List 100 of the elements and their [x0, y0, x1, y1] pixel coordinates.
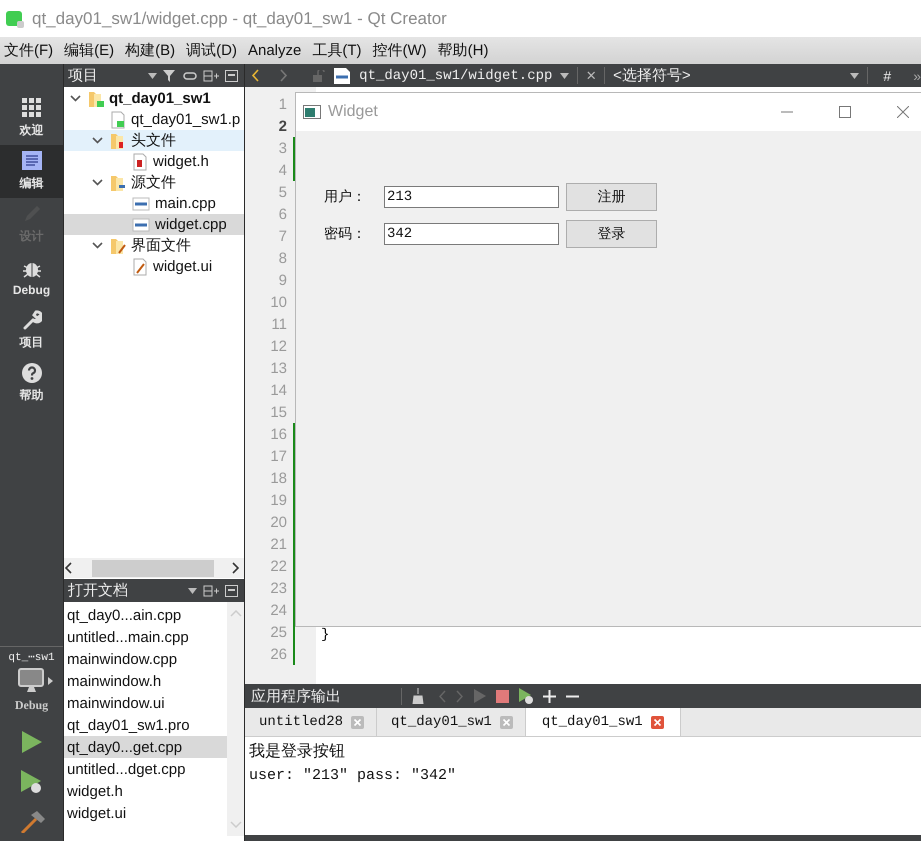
project-folder-icon: [88, 90, 104, 108]
split-icon[interactable]: [203, 70, 219, 82]
tree-item[interactable]: widget.ui: [64, 256, 244, 277]
tree-item[interactable]: widget.h: [64, 151, 244, 172]
line-number: 21: [269, 536, 288, 552]
form-file-icon: [132, 258, 148, 276]
tree-item[interactable]: widget.cpp: [64, 214, 244, 235]
input-field[interactable]: 213: [384, 186, 559, 208]
dropdown-caret-icon[interactable]: [560, 72, 570, 78]
document-item[interactable]: qt_day0...get.cpp: [64, 736, 227, 758]
dropdown-caret-icon[interactable]: [188, 588, 197, 594]
tree-item[interactable]: 头文件: [64, 130, 244, 151]
menu-item[interactable]: 控件(W): [368, 41, 434, 60]
line-number: 2: [278, 118, 288, 134]
add-icon[interactable]: [543, 690, 556, 702]
close-icon[interactable]: [897, 106, 909, 118]
menu-item[interactable]: 构建(B): [121, 41, 182, 60]
menu-item[interactable]: 编辑(E): [60, 41, 122, 60]
document-item[interactable]: widget.h: [64, 780, 227, 802]
output-tab[interactable]: qt_day01_sw1: [526, 708, 681, 736]
document-item[interactable]: mainwindow.h: [64, 670, 227, 692]
expand-arrow-icon: [48, 677, 53, 685]
line-number: 20: [269, 514, 288, 530]
line-number: 26: [269, 646, 288, 662]
maximize-icon[interactable]: [839, 106, 851, 118]
mode-button[interactable]: 编辑: [0, 145, 63, 198]
document-item[interactable]: untitled...dget.cpp: [64, 758, 227, 780]
source-file-icon: [333, 66, 352, 84]
dropdown-caret-icon[interactable]: [850, 72, 859, 78]
tree-item[interactable]: 界面文件: [64, 235, 244, 256]
push-button[interactable]: 登录: [566, 220, 657, 248]
build-config-label[interactable]: Debug: [14, 698, 48, 713]
document-item[interactable]: untitled...main.cpp: [64, 626, 227, 648]
scroll-left-icon[interactable]: [64, 562, 72, 574]
close-document-button[interactable]: ×: [586, 66, 596, 86]
tree-item[interactable]: 源文件: [64, 172, 244, 193]
debug-run-icon[interactable]: [519, 688, 533, 704]
link-icon[interactable]: [183, 70, 197, 82]
document-item[interactable]: mainwindow.ui: [64, 692, 227, 714]
mode-button[interactable]: Debug: [0, 251, 63, 304]
mode-button[interactable]: 欢迎: [0, 92, 63, 145]
document-item[interactable]: mainwindow.cpp: [64, 648, 227, 670]
line-number: 7: [278, 228, 288, 244]
line-number: 23: [269, 580, 288, 596]
back-icon[interactable]: [251, 69, 259, 82]
panel-title: 项目: [68, 66, 99, 85]
dropdown-caret-icon[interactable]: [148, 72, 157, 78]
close-tab-icon[interactable]: [650, 716, 664, 728]
input-field[interactable]: 342: [384, 223, 559, 245]
more-button[interactable]: »: [907, 68, 921, 84]
symbol-selector[interactable]: <选择符号>: [613, 66, 842, 85]
line-number: 14: [269, 382, 288, 398]
stop-icon[interactable]: [496, 690, 509, 702]
menu-item[interactable]: 工具(T): [308, 41, 369, 60]
form-folder-icon: [110, 236, 126, 254]
header-folder-icon: [110, 132, 126, 150]
filter-icon[interactable]: [163, 70, 177, 82]
hammer-icon[interactable]: [18, 811, 44, 833]
kit-project-label[interactable]: qt_⋯sw1: [8, 650, 55, 664]
output-line: user: "213" pass: "342": [249, 766, 458, 786]
output-line: 我是登录按钮: [249, 742, 346, 762]
scroll-right-icon[interactable]: [232, 562, 240, 574]
mode-button[interactable]: 帮助: [0, 357, 63, 410]
document-item[interactable]: widget.ui: [64, 802, 227, 824]
source-folder-icon: [110, 174, 126, 192]
split-icon[interactable]: [203, 584, 219, 596]
menu-item[interactable]: 文件(F): [0, 41, 60, 60]
run-icon[interactable]: [22, 731, 42, 753]
menu-item[interactable]: 调试(D): [182, 41, 244, 60]
debug-run-icon[interactable]: [20, 770, 42, 794]
line-number: 6: [278, 206, 288, 222]
field-label: 用户：: [324, 188, 366, 206]
line-number: 15: [269, 404, 288, 420]
tree-item[interactable]: qt_day01_sw1.p: [64, 109, 244, 130]
app-logo-icon: [6, 10, 24, 28]
help-icon: [22, 363, 42, 383]
menu-item[interactable]: Analyze: [244, 42, 308, 59]
tree-item[interactable]: main.cpp: [64, 193, 244, 214]
document-item[interactable]: qt_day01_sw1.pro: [64, 714, 227, 736]
tree-item[interactable]: qt_day01_sw1: [64, 88, 244, 109]
monitor-icon[interactable]: [18, 668, 46, 694]
hash-button[interactable]: #: [875, 68, 900, 84]
mode-button[interactable]: 项目: [0, 304, 63, 357]
scrollbar-thumb[interactable]: [92, 560, 214, 576]
close-pane-icon[interactable]: [225, 70, 238, 82]
pane-title: 应用程序输出: [251, 686, 342, 706]
output-tab[interactable]: qt_day01_sw1: [377, 708, 526, 736]
menu-item[interactable]: 帮助(H): [434, 41, 496, 60]
line-number: 24: [269, 602, 288, 618]
output-tab[interactable]: untitled28: [245, 708, 378, 736]
close-pane-icon[interactable]: [225, 584, 238, 596]
line-number: 13: [269, 360, 288, 376]
file-selector[interactable]: qt_day01_sw1/widget.cpp: [359, 68, 552, 84]
line-number: 3: [278, 140, 288, 156]
line-number: 4: [278, 162, 288, 178]
window-title: qt_day01_sw1/widget.cpp - qt_day01_sw1 - Qt Creator: [32, 8, 447, 28]
push-button[interactable]: 注册: [566, 183, 657, 211]
document-item[interactable]: qt_day0...ain.cpp: [64, 604, 227, 626]
line-number: 1: [278, 96, 288, 112]
line-number: 22: [269, 558, 288, 574]
